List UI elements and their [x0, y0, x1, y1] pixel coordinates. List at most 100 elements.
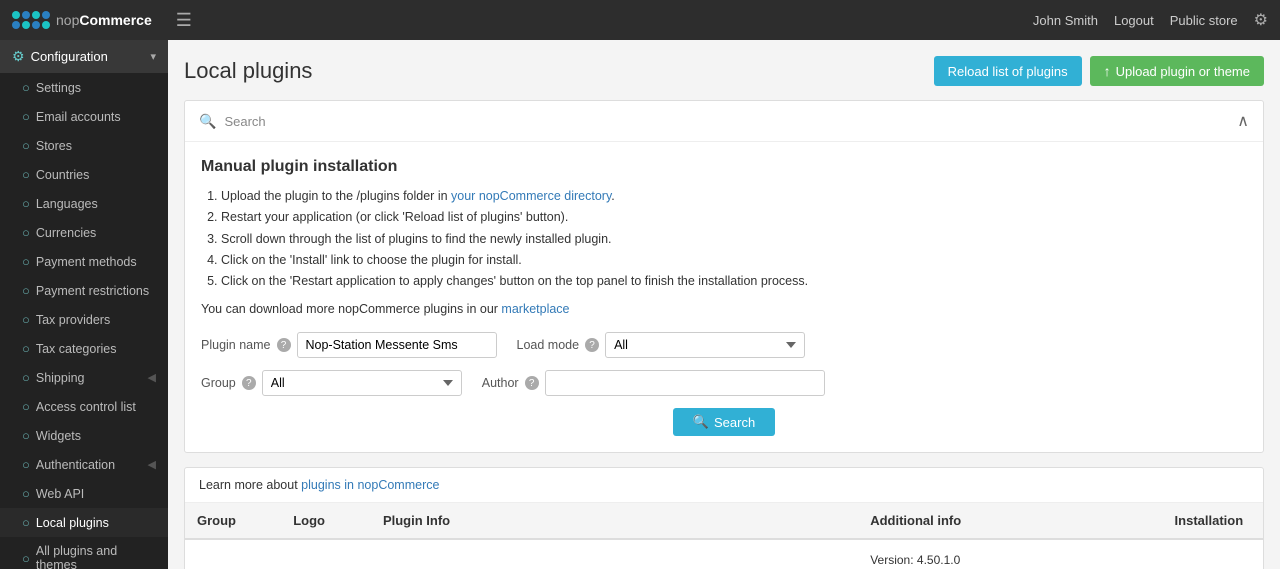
card-header: 🔍 Search ∧: [185, 101, 1263, 142]
hamburger-button[interactable]: ☰: [168, 6, 200, 35]
learn-more-link[interactable]: plugins in nopCommerce: [301, 478, 439, 492]
upload-icon: ↑: [1104, 63, 1111, 79]
sidebar-item-tax-categories[interactable]: ○ Tax categories: [0, 334, 168, 363]
search-btn-icon: 🔍: [693, 414, 709, 430]
sidebar-item-label: Shipping: [36, 371, 85, 385]
install-step: Scroll down through the list of plugins …: [221, 229, 1247, 250]
sidebar-item-widgets[interactable]: ○ Widgets: [0, 421, 168, 450]
logo-dot: [22, 11, 30, 19]
circle-icon: ○: [22, 457, 30, 472]
your-nopcommerce-link[interactable]: your nopCommerce directory: [451, 189, 611, 203]
circle-icon: ○: [22, 312, 30, 327]
circle-icon: ○: [22, 138, 30, 153]
col-group: Group: [185, 503, 281, 539]
col-additional-info: Additional info: [858, 503, 1162, 539]
group-help-icon[interactable]: ?: [242, 376, 256, 390]
install-step: Upload the plugin to the /plugins folder…: [221, 186, 1247, 207]
author-filter-group: Author ?: [482, 370, 825, 396]
sidebar-item-payment-methods[interactable]: ○ Payment methods: [0, 247, 168, 276]
author-help-icon[interactable]: ?: [525, 376, 539, 390]
sidebar-item-access-control-list[interactable]: ○ Access control list: [0, 392, 168, 421]
col-installation: Installation: [1163, 503, 1263, 539]
card-body: Manual plugin installation Upload the pl…: [185, 142, 1263, 452]
circle-icon: ○: [22, 167, 30, 182]
sidebar-item-web-api[interactable]: ○ Web API: [0, 479, 168, 508]
main-layout: ⚙ Configuration ▾ ○ Settings ○ Email acc…: [0, 40, 1280, 569]
circle-icon: ○: [22, 225, 30, 240]
logo: nopCommerce: [12, 11, 152, 29]
install-step: Click on the 'Restart application to app…: [221, 271, 1247, 292]
group-filter-group: Group ? All: [201, 370, 462, 396]
load-mode-group: Load mode ? All Installed only Not insta…: [517, 332, 806, 358]
chevron-right-icon: ◀: [148, 458, 156, 471]
sidebar-item-label: Currencies: [36, 226, 96, 240]
sidebar-item-payment-restrictions[interactable]: ○ Payment restrictions: [0, 276, 168, 305]
plugin-group-cell: Nop-Station: [185, 539, 281, 569]
sidebar-item-local-plugins[interactable]: ○ Local plugins: [0, 508, 168, 537]
upload-plugin-button[interactable]: ↑ Upload plugin or theme: [1090, 56, 1264, 86]
marketplace-link[interactable]: marketplace: [501, 302, 569, 316]
sidebar-item-label: Widgets: [36, 429, 81, 443]
install-steps: Upload the plugin to the /plugins folder…: [201, 186, 1247, 292]
gear-icon: ⚙: [12, 48, 25, 65]
circle-icon: ○: [22, 196, 30, 211]
sidebar-item-label: Tax providers: [36, 313, 110, 327]
plugin-name-input[interactable]: [297, 332, 497, 358]
chevron-down-icon: ▾: [150, 50, 156, 63]
additional-info: Version: 4.50.1.0 Author: Nop-Station Te…: [870, 550, 1150, 569]
search-label: Search: [224, 114, 265, 129]
settings-icon[interactable]: ⚙: [1254, 10, 1268, 30]
logout-link[interactable]: Logout: [1114, 13, 1154, 28]
table-header: Group Logo Plugin Info Additional info I…: [185, 503, 1263, 539]
sidebar-item-languages[interactable]: ○ Languages: [0, 189, 168, 218]
sidebar-item-tax-providers[interactable]: ○ Tax providers: [0, 305, 168, 334]
circle-icon: ○: [22, 515, 30, 530]
user-name: John Smith: [1033, 13, 1098, 28]
collapse-button[interactable]: ∧: [1237, 111, 1249, 131]
load-mode-label: Load mode: [517, 338, 580, 352]
load-mode-help-icon[interactable]: ?: [585, 338, 599, 352]
logo-dot: [32, 11, 40, 19]
logo-dot: [42, 11, 50, 19]
sidebar-item-label: Authentication: [36, 458, 115, 472]
sidebar-item-label: Payment methods: [36, 255, 137, 269]
sidebar-item-authentication[interactable]: ○ Authentication ◀: [0, 450, 168, 479]
group-select[interactable]: All: [262, 370, 462, 396]
sidebar-item-shipping[interactable]: ○ Shipping ◀: [0, 363, 168, 392]
installation-cell: Install Delete: [1163, 539, 1263, 569]
circle-icon: ○: [22, 254, 30, 269]
version-value: 4.50.1.0: [917, 553, 960, 567]
circle-icon: ○: [22, 399, 30, 414]
search-button[interactable]: 🔍 Search: [673, 408, 775, 436]
sidebar-item-countries[interactable]: ○ Countries: [0, 160, 168, 189]
circle-icon: ○: [22, 109, 30, 124]
sidebar-item-label: Stores: [36, 139, 72, 153]
sidebar-item-email-accounts[interactable]: ○ Email accounts: [0, 102, 168, 131]
chevron-right-icon: ◀: [148, 371, 156, 384]
author-input[interactable]: [545, 370, 825, 396]
sidebar-item-label: All plugins and themes: [36, 544, 156, 569]
sidebar: ⚙ Configuration ▾ ○ Settings ○ Email acc…: [0, 40, 168, 569]
top-navigation: nopCommerce ☰ John Smith Logout Public s…: [0, 0, 1280, 40]
additional-info-cell: Version: 4.50.1.0 Author: Nop-Station Te…: [858, 539, 1162, 569]
load-mode-select[interactable]: All Installed only Not installed only: [605, 332, 805, 358]
author-label: Author: [482, 376, 519, 390]
plugin-name-help-icon[interactable]: ?: [277, 338, 291, 352]
sidebar-item-stores[interactable]: ○ Stores: [0, 131, 168, 160]
sidebar-item-label: Local plugins: [36, 516, 109, 530]
table-body: Nop-Station Nop-Station Messente: [185, 539, 1263, 569]
logo-dot: [12, 21, 20, 29]
public-store-link[interactable]: Public store: [1170, 13, 1238, 28]
sidebar-item-currencies[interactable]: ○ Currencies: [0, 218, 168, 247]
plugin-logo-cell: [281, 539, 371, 569]
reload-list-button[interactable]: Reload list of plugins: [934, 56, 1082, 86]
search-filter-card: 🔍 Search ∧ Manual plugin installation Up…: [184, 100, 1264, 453]
logo-dot: [42, 21, 50, 29]
sidebar-config-items: ○ Settings ○ Email accounts ○ Stores ○ C…: [0, 73, 168, 569]
sidebar-item-settings[interactable]: ○ Settings: [0, 73, 168, 102]
sidebar-configuration-section[interactable]: ⚙ Configuration ▾: [0, 40, 168, 73]
sidebar-item-all-plugins-and-themes[interactable]: ○ All plugins and themes: [0, 537, 168, 569]
table-row: Nop-Station Nop-Station Messente: [185, 539, 1263, 569]
learn-more-bar: Learn more about plugins in nopCommerce: [185, 468, 1263, 503]
sidebar-section-label: Configuration: [31, 49, 108, 64]
